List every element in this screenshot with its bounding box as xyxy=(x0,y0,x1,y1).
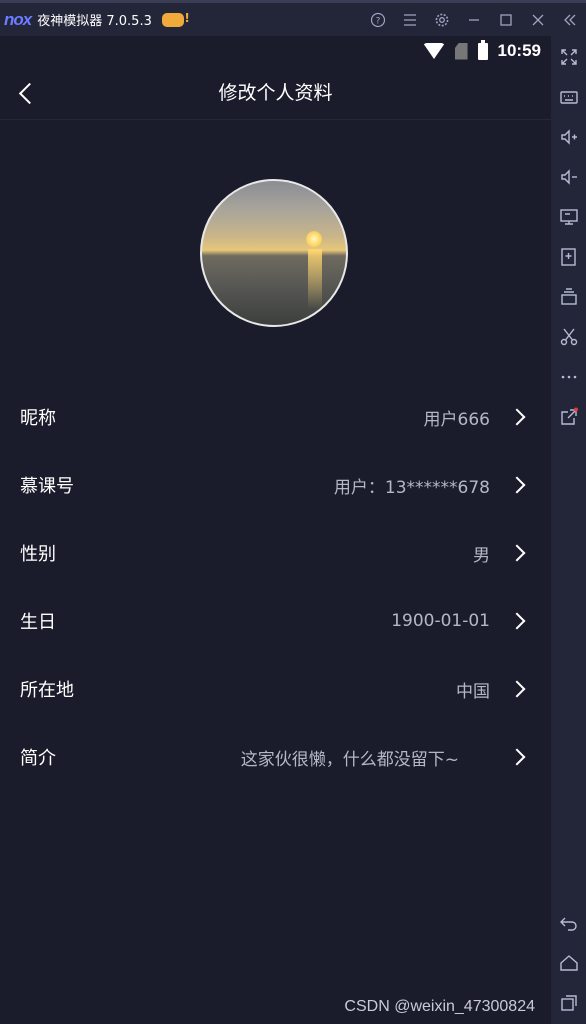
wifi-icon xyxy=(422,43,445,59)
settings-icon[interactable] xyxy=(426,3,458,36)
sun-reflection xyxy=(308,249,322,309)
row-value: 1900-01-01 xyxy=(391,611,490,631)
row-label: 性别 xyxy=(20,544,56,565)
home-icon[interactable] xyxy=(556,950,581,975)
avatar-section xyxy=(0,120,551,383)
page-title: 修改个人资料 xyxy=(218,82,333,104)
emulator-sidebar xyxy=(551,36,586,1024)
no-sim-icon xyxy=(454,42,468,60)
profile-row-intro[interactable]: 简介 这家伙很懒，什么都没留下~ xyxy=(0,723,551,791)
share-icon[interactable] xyxy=(556,404,581,429)
row-value: 这家伙很懒，什么都没留下~ xyxy=(240,749,459,770)
row-value: 用户：13******678 xyxy=(333,477,490,498)
multi-instance-icon[interactable] xyxy=(556,284,581,309)
navigation-bar: 修改个人资料 xyxy=(0,66,551,120)
profile-row-location[interactable]: 所在地 中国 xyxy=(0,655,551,723)
minimize-icon[interactable] xyxy=(458,3,490,36)
chevron-right-icon xyxy=(508,544,526,562)
profile-row-mooc-id[interactable]: 慕课号 用户：13******678 xyxy=(0,451,551,519)
row-value: 男 xyxy=(473,545,490,566)
chevron-right-icon xyxy=(508,612,526,630)
row-label: 简介 xyxy=(20,748,56,769)
chevron-right-icon xyxy=(508,680,526,698)
chevron-right-icon xyxy=(508,476,526,494)
profile-row-birthday[interactable]: 生日 1900-01-01 xyxy=(0,587,551,655)
row-label: 慕课号 xyxy=(20,476,74,497)
emulator-titlebar: nox 夜神模拟器 7.0.5.3 ? xyxy=(0,0,586,36)
row-value: 用户666 xyxy=(423,409,490,430)
menu-icon[interactable] xyxy=(394,3,426,36)
close-icon[interactable] xyxy=(522,3,554,36)
volume-down-icon[interactable] xyxy=(556,164,581,189)
keyboard-icon[interactable] xyxy=(556,84,581,109)
volume-up-icon[interactable] xyxy=(556,124,581,149)
row-label: 所在地 xyxy=(20,680,74,701)
fullscreen-icon[interactable] xyxy=(556,44,581,69)
screen-icon[interactable] xyxy=(556,204,581,229)
back-icon[interactable] xyxy=(556,910,581,935)
maximize-icon[interactable] xyxy=(490,3,522,36)
recent-apps-icon[interactable] xyxy=(556,990,581,1015)
battery-icon xyxy=(477,39,488,60)
profile-row-nickname[interactable]: 昵称 用户666 xyxy=(0,383,551,451)
chevron-right-icon xyxy=(508,748,526,766)
gamepad-icon[interactable] xyxy=(161,11,190,27)
help-icon[interactable]: ? xyxy=(362,3,394,36)
status-bar: 10:59 xyxy=(0,36,551,66)
nox-logo: nox xyxy=(4,9,32,29)
profile-row-gender[interactable]: 性别 男 xyxy=(0,519,551,587)
row-value: 中国 xyxy=(456,681,490,702)
sunset-sun xyxy=(306,231,322,247)
collapse-icon[interactable] xyxy=(554,3,586,36)
svg-text:?: ? xyxy=(376,16,381,26)
scissors-icon[interactable] xyxy=(556,324,581,349)
chevron-right-icon xyxy=(508,408,526,426)
apk-install-icon[interactable] xyxy=(556,244,581,269)
status-time: 10:59 xyxy=(497,41,541,60)
profile-list: 昵称 用户666 慕课号 用户：13******678 性别 男 生日 1900… xyxy=(0,383,551,791)
row-label: 昵称 xyxy=(20,408,56,429)
emulator-title: 夜神模拟器 7.0.5.3 xyxy=(37,14,152,29)
row-label: 生日 xyxy=(20,612,56,633)
avatar[interactable] xyxy=(200,179,348,327)
more-icon[interactable] xyxy=(556,364,581,389)
watermark: CSDN @weixin_47300824 xyxy=(344,998,535,1015)
phone-screen: 10:59 修改个人资料 昵称 用户666 慕课号 用户：13******678… xyxy=(0,36,551,1024)
